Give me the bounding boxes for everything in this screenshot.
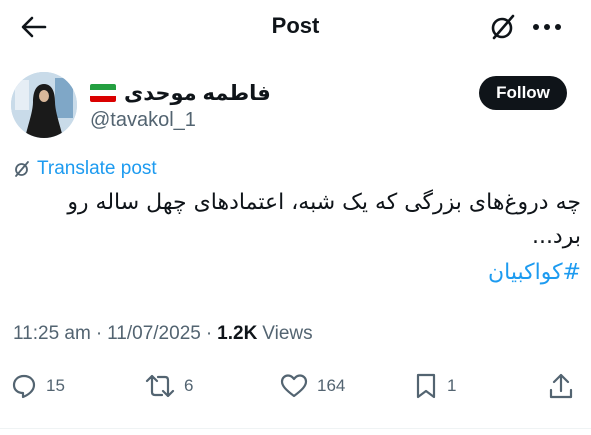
share-icon [549, 373, 573, 399]
post-meta: 11:25 am · 11/07/2025 · 1.2K Views [13, 323, 313, 345]
meta-separator: · [95, 323, 103, 344]
reply-icon [12, 374, 36, 399]
translate-post-label[interactable]: Translate post [37, 158, 157, 180]
like-count: 164 [317, 376, 346, 395]
post-date[interactable]: 11/07/2025 [107, 323, 201, 345]
heart-icon [280, 374, 308, 398]
share-button[interactable] [548, 368, 574, 404]
repost-count: 6 [184, 376, 194, 395]
grok-button[interactable] [488, 12, 518, 42]
bookmark-icon [416, 373, 436, 399]
reply-button[interactable]: 15 [11, 368, 65, 404]
post-header: Post [0, 0, 591, 54]
author-display-name[interactable]: فاطمه موحدی [124, 81, 271, 106]
views-label: Views [262, 323, 313, 344]
bookmark-count: 1 [447, 376, 457, 395]
more-icon [533, 24, 561, 30]
follow-button[interactable]: Follow [479, 76, 567, 110]
like-button[interactable]: 164 [280, 368, 345, 404]
bookmark-button[interactable]: 1 [414, 368, 456, 404]
iran-flag-icon [90, 84, 116, 102]
repost-icon [145, 374, 175, 398]
meta-separator: · [205, 323, 213, 344]
reply-count: 15 [46, 376, 65, 395]
grok-icon [15, 161, 29, 177]
action-bar: 15 6 164 1 [0, 368, 591, 404]
views-count: 1.2K [217, 323, 258, 344]
avatar[interactable] [11, 72, 77, 138]
translate-post-link[interactable]: Translate post [13, 158, 157, 180]
hashtag-link[interactable]: #کواکبیان [488, 256, 581, 290]
avatar-image [11, 72, 77, 138]
author-name-row[interactable]: فاطمه موحدی [90, 78, 271, 108]
post-text: چه دروغ‌های بزرگی که یک شبه، اعتمادهای چ… [67, 190, 581, 249]
post-time[interactable]: 11:25 am [13, 323, 91, 345]
divider [0, 428, 591, 429]
more-button[interactable] [530, 12, 564, 42]
author-handle[interactable]: @tavakol_1 [90, 109, 196, 132]
repost-button[interactable]: 6 [145, 368, 193, 404]
grok-icon [491, 14, 515, 40]
